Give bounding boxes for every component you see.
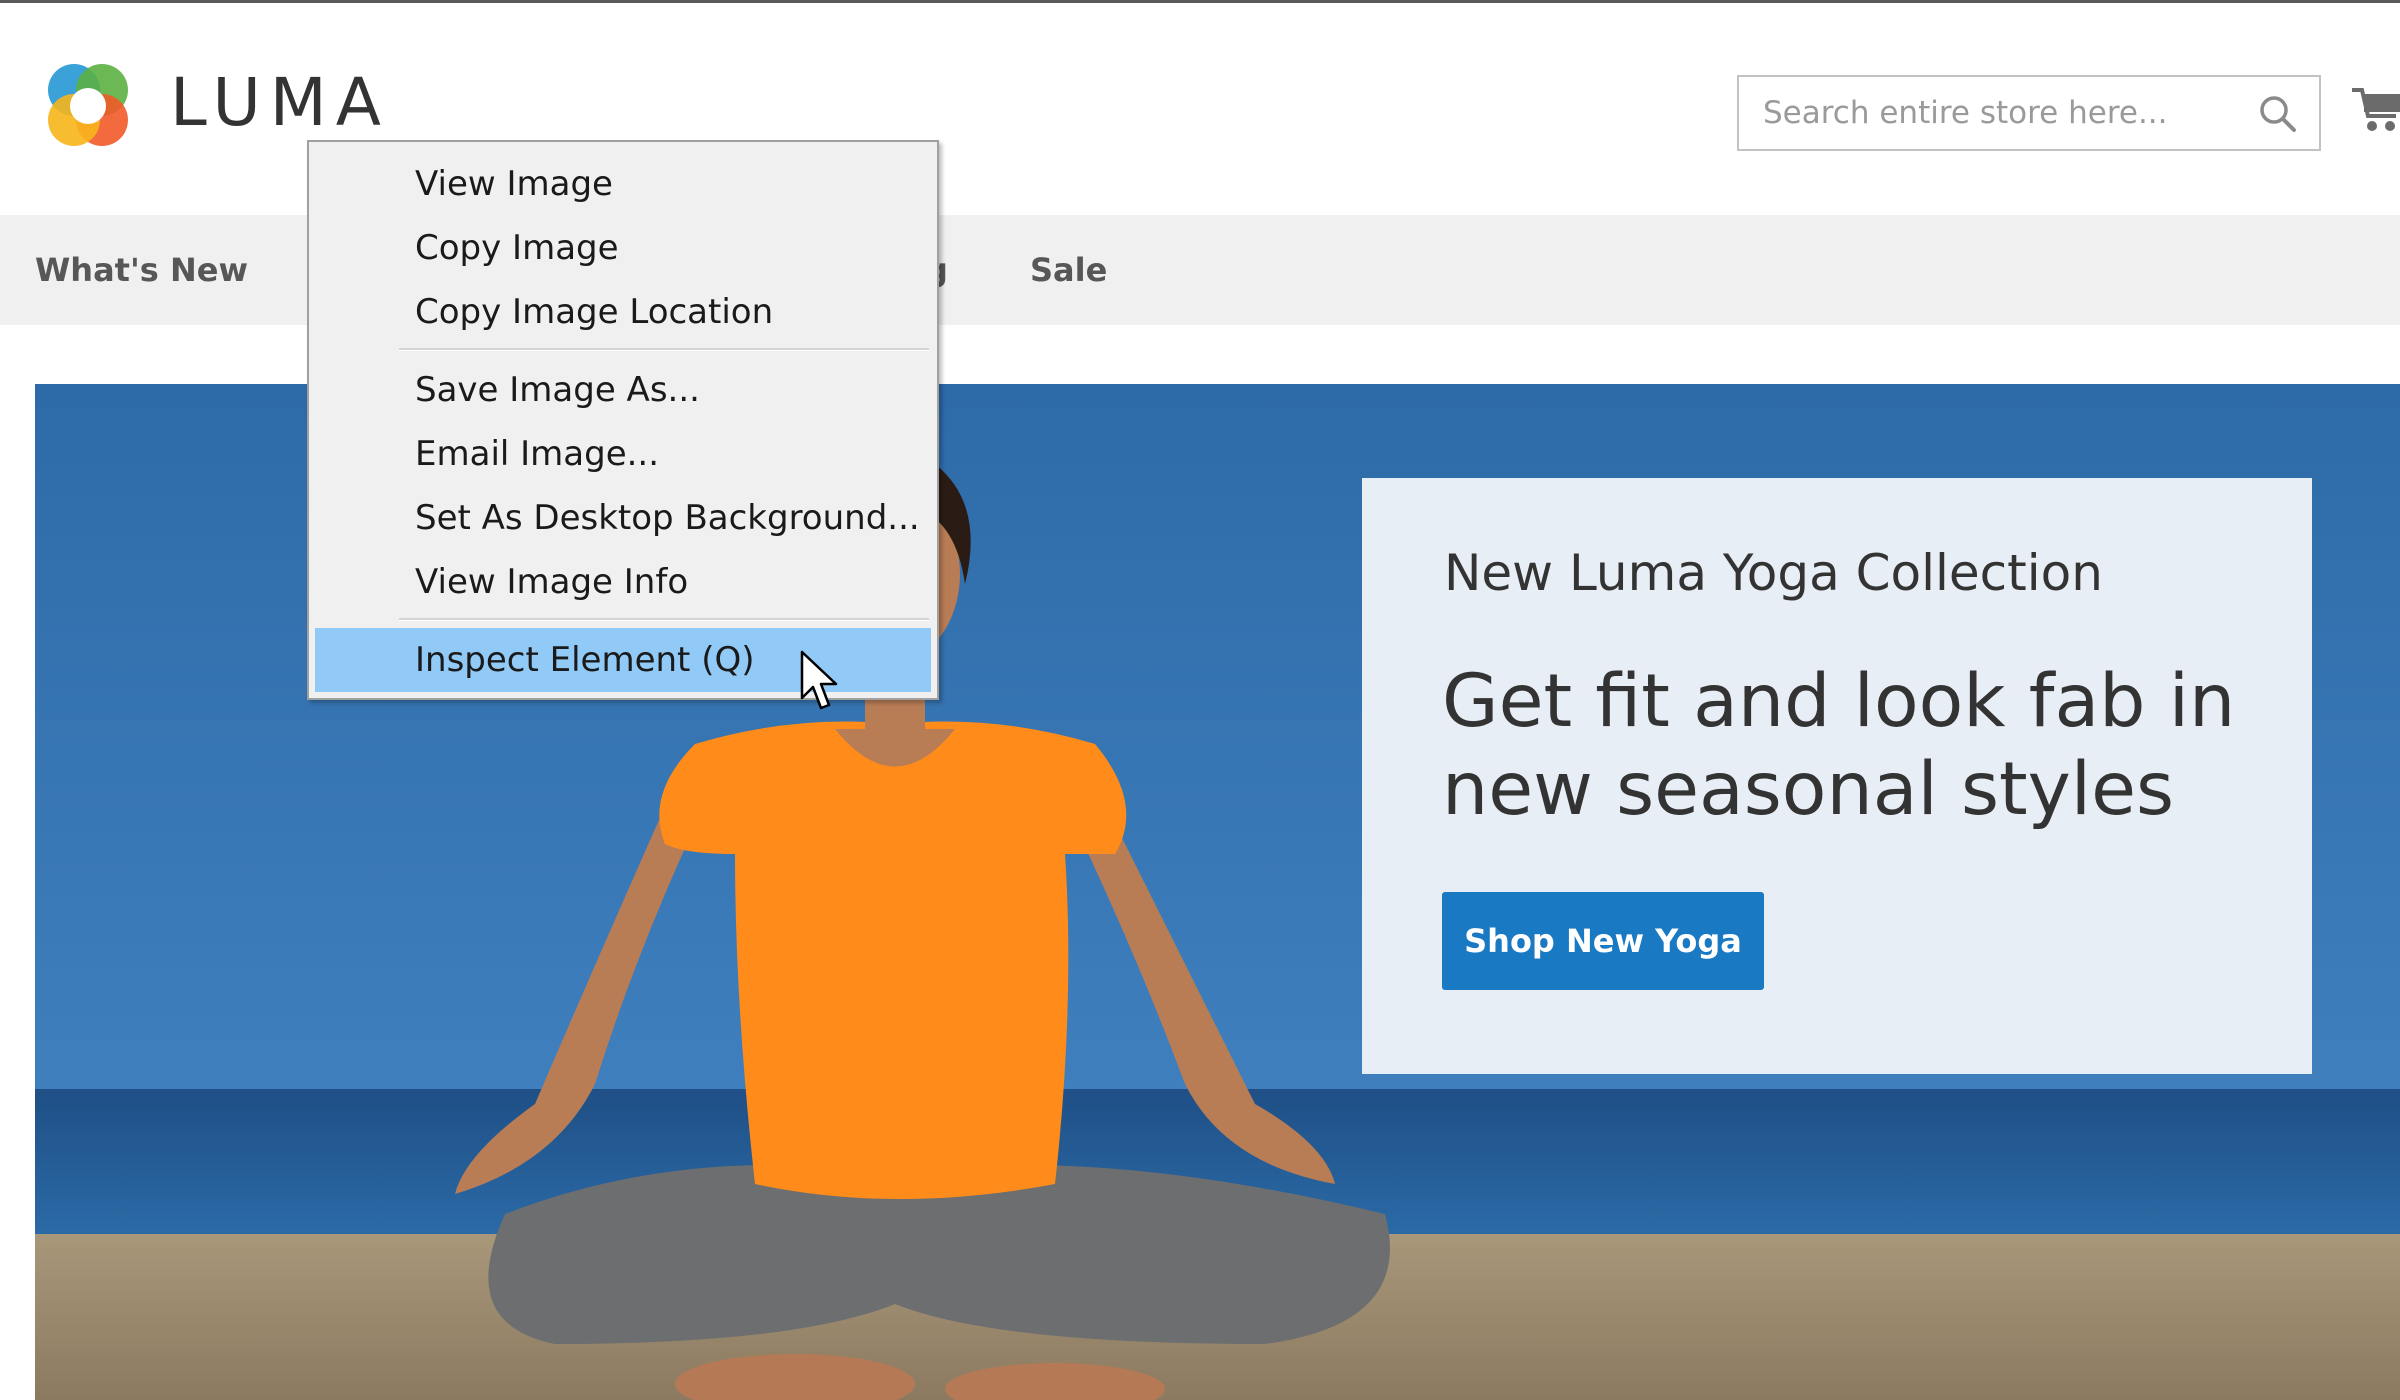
menu-separator xyxy=(399,618,929,621)
search-input[interactable] xyxy=(1739,77,2239,149)
nav-item-whats-new[interactable]: What's New xyxy=(35,251,248,289)
luma-logo-icon[interactable] xyxy=(36,54,140,158)
menu-item-label: View Image Info xyxy=(415,562,689,602)
menu-item-view-image-info[interactable]: View Image Info xyxy=(315,550,931,614)
menu-item-copy-image-location[interactable]: Copy Image Location xyxy=(315,280,931,344)
context-menu: View Image Copy Image Copy Image Locatio… xyxy=(307,140,939,700)
menu-item-label: Copy Image xyxy=(415,228,619,268)
mouse-pointer-icon xyxy=(800,650,838,710)
menu-separator xyxy=(399,348,929,351)
menu-item-label: Email Image... xyxy=(415,434,660,474)
menu-item-set-desktop-background[interactable]: Set As Desktop Background... xyxy=(315,486,931,550)
luma-wordmark[interactable]: LUMA xyxy=(170,64,390,141)
promo-panel: New Luma Yoga Collection Get fit and loo… xyxy=(1362,478,2312,1074)
promo-title: Get fit and look fab in new seasonal sty… xyxy=(1442,659,2236,832)
menu-item-label: View Image xyxy=(415,164,613,204)
menu-item-label: Copy Image Location xyxy=(415,292,774,332)
menu-item-label: Save Image As... xyxy=(415,370,700,410)
nav-item-sale[interactable]: Sale xyxy=(1030,251,1107,289)
search-box xyxy=(1737,75,2321,151)
shop-new-yoga-button[interactable]: Shop New Yoga xyxy=(1442,892,1764,990)
menu-item-label: Set As Desktop Background... xyxy=(415,498,920,538)
shopping-cart-icon[interactable] xyxy=(2350,80,2400,136)
menu-item-label: Inspect Element (Q) xyxy=(415,640,755,680)
menu-item-view-image[interactable]: View Image xyxy=(315,152,931,216)
promo-subtitle: New Luma Yoga Collection xyxy=(1444,544,2103,602)
search-icon[interactable] xyxy=(2257,93,2297,133)
menu-item-copy-image[interactable]: Copy Image xyxy=(315,216,931,280)
menu-item-save-image-as[interactable]: Save Image As... xyxy=(315,358,931,422)
window-top-border xyxy=(0,0,2400,3)
menu-item-email-image[interactable]: Email Image... xyxy=(315,422,931,486)
